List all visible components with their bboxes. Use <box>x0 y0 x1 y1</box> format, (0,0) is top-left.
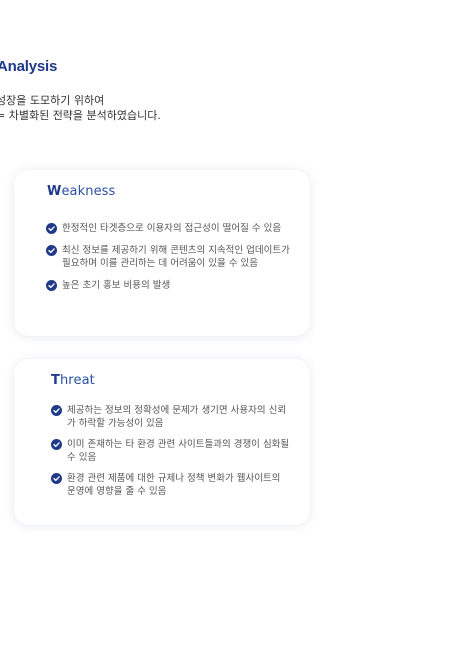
intro-line-1: 성장을 도모하기 위하여 <box>0 94 105 107</box>
list-item-text: 최신 정보를 제공하기 위해 콘텐츠의 지속적인 업데이트가 필요하며 이를 관… <box>62 245 290 269</box>
threat-card: Threat 제공하는 정보의 정확성에 문제가 생기면 사용자의 신뢰가 하락… <box>14 359 310 525</box>
list-item-text: 한정적인 타겟층으로 이용자의 접근성이 떨어질 수 있음 <box>62 223 282 234</box>
list-item: 환경 관련 제품에 대한 규제나 정책 변화가 웹사이트의 운영에 영향을 줄 … <box>51 472 291 498</box>
list-item: 한정적인 타겟층으로 이용자의 접근성이 떨어질 수 있음 <box>46 222 301 235</box>
check-circle-icon <box>46 223 57 234</box>
check-circle-icon <box>51 405 62 416</box>
list-item: 이미 존재하는 타 환경 관련 사이트들과의 경쟁이 심화될 수 있음 <box>51 438 291 464</box>
threat-title-initial: T <box>51 373 60 388</box>
check-circle-icon <box>46 280 57 291</box>
section-title: Analysis <box>0 58 58 75</box>
list-item-text: 이미 존재하는 타 환경 관련 사이트들과의 경쟁이 심화될 수 있음 <box>67 439 290 463</box>
check-circle-icon <box>51 473 62 484</box>
list-item: 최신 정보를 제공하기 위해 콘텐츠의 지속적인 업데이트가 필요하며 이를 관… <box>46 244 301 270</box>
list-item: 제공하는 정보의 정확성에 문제가 생기면 사용자의 신뢰가 하락할 가능성이 … <box>51 404 291 430</box>
weakness-title: Weakness <box>47 184 115 199</box>
weakness-list: 한정적인 타겟층으로 이용자의 접근성이 떨어질 수 있음 최신 정보를 제공하… <box>46 222 301 301</box>
weakness-card: Weakness 한정적인 타겟층으로 이용자의 접근성이 떨어질 수 있음 최… <box>14 170 310 336</box>
threat-title: Threat <box>51 373 95 388</box>
list-item: 높은 초기 홍보 비용의 발생 <box>46 279 301 292</box>
threat-list: 제공하는 정보의 정확성에 문제가 생기면 사용자의 신뢰가 하락할 가능성이 … <box>51 404 291 506</box>
intro-text: 성장을 도모하기 위하여 = 차별화된 전략을 분석하였습니다. <box>0 93 161 123</box>
check-circle-icon <box>46 245 57 256</box>
list-item-text: 환경 관련 제품에 대한 규제나 정책 변화가 웹사이트의 운영에 영향을 줄 … <box>67 473 281 497</box>
intro-line-2: = 차별화된 전략을 분석하였습니다. <box>0 109 161 122</box>
weakness-title-rest: eakness <box>61 184 116 199</box>
threat-title-rest: hreat <box>59 373 95 388</box>
list-item-text: 높은 초기 홍보 비용의 발생 <box>62 280 171 291</box>
weakness-title-initial: W <box>47 184 62 199</box>
list-item-text: 제공하는 정보의 정확성에 문제가 생기면 사용자의 신뢰가 하락할 가능성이 … <box>67 405 287 429</box>
check-circle-icon <box>51 439 62 450</box>
